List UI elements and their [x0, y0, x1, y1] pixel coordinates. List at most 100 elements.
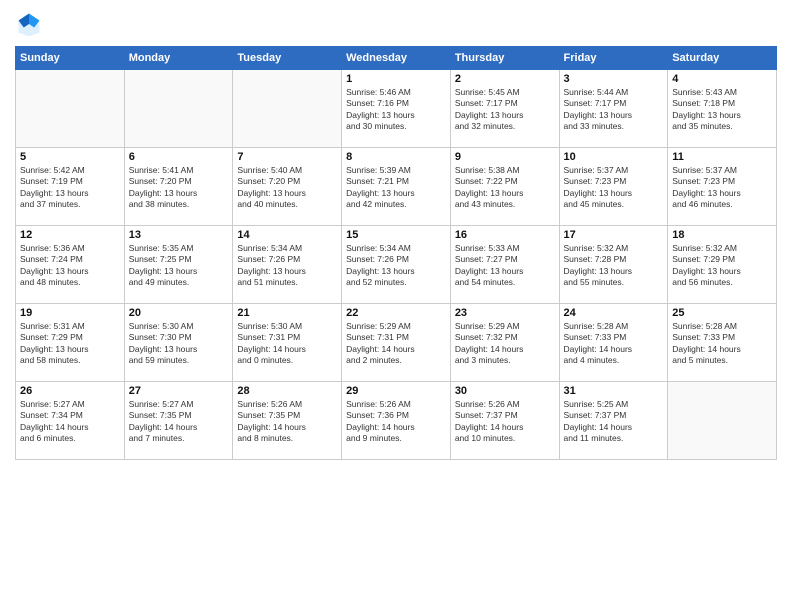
- cell-info: Sunrise: 5:33 AMSunset: 7:27 PMDaylight:…: [455, 243, 555, 289]
- calendar-cell: 14 Sunrise: 5:34 AMSunset: 7:26 PMDayligh…: [233, 226, 342, 304]
- cell-info: Sunrise: 5:41 AMSunset: 7:20 PMDaylight:…: [129, 165, 229, 211]
- header-row: SundayMondayTuesdayWednesdayThursdayFrid…: [16, 47, 777, 70]
- cell-info: Sunrise: 5:45 AMSunset: 7:17 PMDaylight:…: [455, 87, 555, 133]
- day-number: 15: [346, 229, 446, 241]
- calendar-cell: [16, 70, 125, 148]
- header-cell-thursday: Thursday: [450, 47, 559, 70]
- cell-info: Sunrise: 5:31 AMSunset: 7:29 PMDaylight:…: [20, 321, 120, 367]
- calendar-cell: 19 Sunrise: 5:31 AMSunset: 7:29 PMDayligh…: [16, 304, 125, 382]
- day-number: 20: [129, 307, 229, 319]
- cell-info: Sunrise: 5:36 AMSunset: 7:24 PMDaylight:…: [20, 243, 120, 289]
- day-number: 2: [455, 73, 555, 85]
- cell-info: Sunrise: 5:28 AMSunset: 7:33 PMDaylight:…: [564, 321, 664, 367]
- header: [15, 10, 777, 38]
- cell-info: Sunrise: 5:43 AMSunset: 7:18 PMDaylight:…: [672, 87, 772, 133]
- day-number: 16: [455, 229, 555, 241]
- calendar-cell: 26Sunrise: 5:27 AMSunset: 7:34 PMDayligh…: [16, 382, 125, 460]
- day-number: 8: [346, 151, 446, 163]
- calendar-cell: [233, 70, 342, 148]
- calendar-cell: 16 Sunrise: 5:33 AMSunset: 7:27 PMDayligh…: [450, 226, 559, 304]
- calendar-body: 1 Sunrise: 5:46 AMSunset: 7:16 PMDaylight…: [16, 70, 777, 460]
- day-number: 4: [672, 73, 772, 85]
- calendar-cell: 7 Sunrise: 5:40 AMSunset: 7:20 PMDaylight…: [233, 148, 342, 226]
- calendar-cell: 29Sunrise: 5:26 AMSunset: 7:36 PMDayligh…: [342, 382, 451, 460]
- calendar-cell: 1 Sunrise: 5:46 AMSunset: 7:16 PMDaylight…: [342, 70, 451, 148]
- day-number: 3: [564, 73, 664, 85]
- header-cell-wednesday: Wednesday: [342, 47, 451, 70]
- day-number: 7: [237, 151, 337, 163]
- day-number: 25: [672, 307, 772, 319]
- calendar-cell: 4 Sunrise: 5:43 AMSunset: 7:18 PMDaylight…: [668, 70, 777, 148]
- cell-info: Sunrise: 5:34 AMSunset: 7:26 PMDaylight:…: [237, 243, 337, 289]
- cell-info: Sunrise: 5:30 AMSunset: 7:31 PMDaylight:…: [237, 321, 337, 367]
- calendar-cell: 22 Sunrise: 5:29 AMSunset: 7:31 PMDayligh…: [342, 304, 451, 382]
- calendar-cell: 27 Sunrise: 5:27 AMSunset: 7:35 PMDayligh…: [124, 382, 233, 460]
- cell-info: Sunrise: 5:28 AMSunset: 7:33 PMDaylight:…: [672, 321, 772, 367]
- day-number: 30: [455, 385, 555, 397]
- logo-icon: [15, 10, 43, 38]
- cell-info: Sunrise: 5:37 AMSunset: 7:23 PMDaylight:…: [672, 165, 772, 211]
- cell-info: Sunrise: 5:29 AMSunset: 7:31 PMDaylight:…: [346, 321, 446, 367]
- day-number: 13: [129, 229, 229, 241]
- calendar-cell: 6 Sunrise: 5:41 AMSunset: 7:20 PMDaylight…: [124, 148, 233, 226]
- day-number: 12: [20, 229, 120, 241]
- week-row-3: 19 Sunrise: 5:31 AMSunset: 7:29 PMDayligh…: [16, 304, 777, 382]
- day-number: 9: [455, 151, 555, 163]
- calendar-cell: 25 Sunrise: 5:28 AMSunset: 7:33 PMDayligh…: [668, 304, 777, 382]
- day-number: 14: [237, 229, 337, 241]
- cell-info: Sunrise: 5:34 AMSunset: 7:26 PMDaylight:…: [346, 243, 446, 289]
- cell-info: Sunrise: 5:35 AMSunset: 7:25 PMDaylight:…: [129, 243, 229, 289]
- day-number: 22: [346, 307, 446, 319]
- cell-info: Sunrise: 5:44 AMSunset: 7:17 PMDaylight:…: [564, 87, 664, 133]
- day-number: 11: [672, 151, 772, 163]
- calendar-table: SundayMondayTuesdayWednesdayThursdayFrid…: [15, 46, 777, 460]
- day-number: 27: [129, 385, 229, 397]
- cell-info: Sunrise: 5:40 AMSunset: 7:20 PMDaylight:…: [237, 165, 337, 211]
- day-number: 17: [564, 229, 664, 241]
- cell-info: Sunrise: 5:27 AMSunset: 7:35 PMDaylight:…: [129, 399, 229, 445]
- header-cell-tuesday: Tuesday: [233, 47, 342, 70]
- week-row-4: 26Sunrise: 5:27 AMSunset: 7:34 PMDayligh…: [16, 382, 777, 460]
- calendar-cell: 12 Sunrise: 5:36 AMSunset: 7:24 PMDayligh…: [16, 226, 125, 304]
- cell-info: Sunrise: 5:29 AMSunset: 7:32 PMDaylight:…: [455, 321, 555, 367]
- day-number: 5: [20, 151, 120, 163]
- cell-info: Sunrise: 5:46 AMSunset: 7:16 PMDaylight:…: [346, 87, 446, 133]
- day-number: 31: [564, 385, 664, 397]
- week-row-1: 5 Sunrise: 5:42 AMSunset: 7:19 PMDaylight…: [16, 148, 777, 226]
- week-row-0: 1 Sunrise: 5:46 AMSunset: 7:16 PMDaylight…: [16, 70, 777, 148]
- cell-info: Sunrise: 5:26 AMSunset: 7:37 PMDaylight:…: [455, 399, 555, 445]
- calendar-cell: 13 Sunrise: 5:35 AMSunset: 7:25 PMDayligh…: [124, 226, 233, 304]
- cell-info: Sunrise: 5:32 AMSunset: 7:29 PMDaylight:…: [672, 243, 772, 289]
- calendar-cell: 21Sunrise: 5:30 AMSunset: 7:31 PMDayligh…: [233, 304, 342, 382]
- cell-info: Sunrise: 5:25 AMSunset: 7:37 PMDaylight:…: [564, 399, 664, 445]
- week-row-2: 12 Sunrise: 5:36 AMSunset: 7:24 PMDayligh…: [16, 226, 777, 304]
- calendar-header: SundayMondayTuesdayWednesdayThursdayFrid…: [16, 47, 777, 70]
- calendar-cell: 10Sunrise: 5:37 AMSunset: 7:23 PMDayligh…: [559, 148, 668, 226]
- cell-info: Sunrise: 5:39 AMSunset: 7:21 PMDaylight:…: [346, 165, 446, 211]
- calendar-cell: 23Sunrise: 5:29 AMSunset: 7:32 PMDayligh…: [450, 304, 559, 382]
- header-cell-friday: Friday: [559, 47, 668, 70]
- cell-info: Sunrise: 5:26 AMSunset: 7:36 PMDaylight:…: [346, 399, 446, 445]
- page: SundayMondayTuesdayWednesdayThursdayFrid…: [0, 0, 792, 612]
- calendar-cell: 9 Sunrise: 5:38 AMSunset: 7:22 PMDaylight…: [450, 148, 559, 226]
- header-cell-monday: Monday: [124, 47, 233, 70]
- cell-info: Sunrise: 5:30 AMSunset: 7:30 PMDaylight:…: [129, 321, 229, 367]
- cell-info: Sunrise: 5:42 AMSunset: 7:19 PMDaylight:…: [20, 165, 120, 211]
- calendar-cell: 24Sunrise: 5:28 AMSunset: 7:33 PMDayligh…: [559, 304, 668, 382]
- cell-info: Sunrise: 5:37 AMSunset: 7:23 PMDaylight:…: [564, 165, 664, 211]
- calendar-cell: [124, 70, 233, 148]
- header-cell-saturday: Saturday: [668, 47, 777, 70]
- calendar-cell: 15 Sunrise: 5:34 AMSunset: 7:26 PMDayligh…: [342, 226, 451, 304]
- calendar-cell: 20 Sunrise: 5:30 AMSunset: 7:30 PMDayligh…: [124, 304, 233, 382]
- day-number: 19: [20, 307, 120, 319]
- day-number: 18: [672, 229, 772, 241]
- day-number: 6: [129, 151, 229, 163]
- cell-info: Sunrise: 5:32 AMSunset: 7:28 PMDaylight:…: [564, 243, 664, 289]
- calendar-cell: 11 Sunrise: 5:37 AMSunset: 7:23 PMDayligh…: [668, 148, 777, 226]
- day-number: 26: [20, 385, 120, 397]
- calendar-cell: [668, 382, 777, 460]
- day-number: 1: [346, 73, 446, 85]
- cell-info: Sunrise: 5:38 AMSunset: 7:22 PMDaylight:…: [455, 165, 555, 211]
- calendar-cell: 18 Sunrise: 5:32 AMSunset: 7:29 PMDayligh…: [668, 226, 777, 304]
- calendar-cell: 30 Sunrise: 5:26 AMSunset: 7:37 PMDayligh…: [450, 382, 559, 460]
